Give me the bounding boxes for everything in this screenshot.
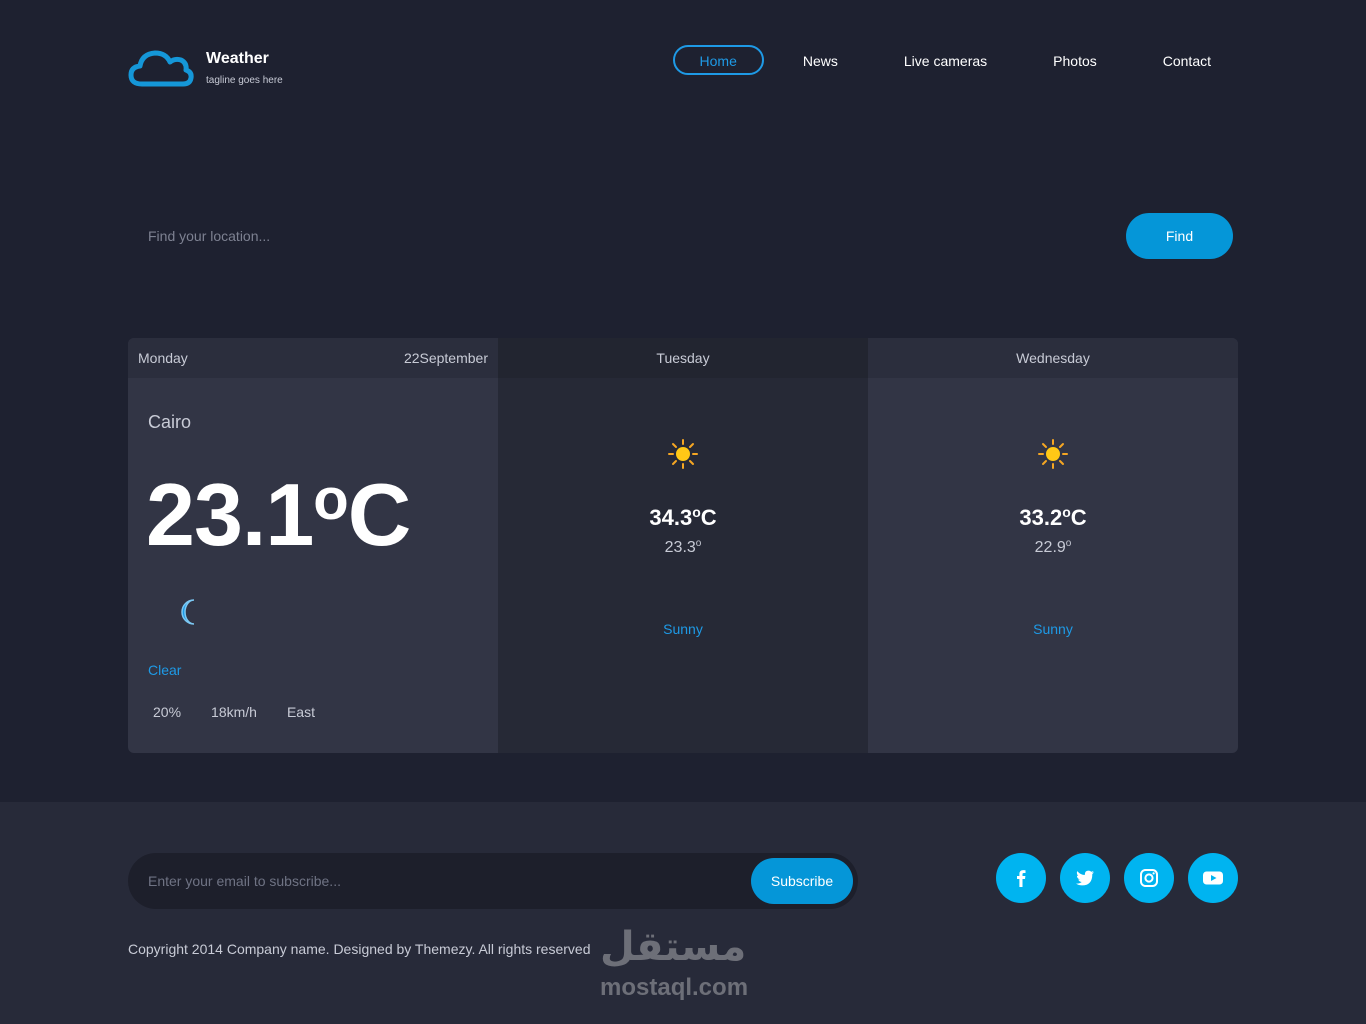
min-temperature-value: 23.3 — [664, 539, 696, 556]
forecast-day-body: 33.2oC 22.9o Sunny — [868, 378, 1238, 753]
facebook-link[interactable] — [996, 853, 1046, 903]
forecast-day: Tuesday 34.3oC 23.3o Sunny — [498, 338, 868, 753]
today-condition: Clear — [148, 662, 182, 678]
site-footer: Subscribe Copyright 2014 Com — [0, 802, 1366, 1024]
nav-news[interactable]: News — [776, 45, 865, 75]
degree-symbol: o — [1062, 504, 1071, 520]
copyright-text: Copyright 2014 Company name. Designed by… — [128, 941, 591, 957]
nav-contact[interactable]: Contact — [1136, 45, 1238, 75]
forecast-today: Monday 22September Cairo 23.1oC Clear 20… — [128, 338, 498, 753]
sun-icon — [1038, 439, 1068, 469]
forecast-day-header: Wednesday — [868, 338, 1238, 378]
temperature-unit: C — [347, 465, 412, 564]
social-links — [996, 853, 1238, 903]
forecast-day-name: Tuesday — [656, 350, 710, 366]
nav-live-cameras[interactable]: Live cameras — [877, 45, 1014, 75]
min-temperature-value: 22.9 — [1034, 539, 1066, 556]
forecast-day-body: 34.3oC 23.3o Sunny — [498, 378, 868, 753]
today-date: 22September — [403, 350, 488, 366]
nav-photos[interactable]: Photos — [1026, 45, 1124, 75]
cloud-icon — [128, 50, 194, 87]
brand-tagline: tagline goes here — [206, 75, 283, 86]
forecast-condition: Sunny — [663, 621, 703, 637]
forecast-day: Wednesday 33.2oC 22.9o Sunny — [868, 338, 1238, 753]
moon-icon — [181, 599, 195, 625]
forecast-table: Monday 22September Cairo 23.1oC Clear 20… — [128, 338, 1238, 753]
temperature-unit: C — [1070, 505, 1087, 530]
youtube-link[interactable] — [1188, 853, 1238, 903]
current-temperature: 23.1oC — [146, 450, 412, 565]
temperature-unit: C — [700, 505, 717, 530]
watermark-arabic-text: مستقل — [600, 924, 747, 970]
degree-symbol: o — [1065, 538, 1072, 549]
wind-direction-value: East — [286, 704, 315, 720]
today-day: Monday — [138, 350, 188, 366]
watermark-latin-text: mostaql.com — [600, 974, 749, 1001]
main-nav: Home News Live cameras Photos Contact — [661, 45, 1238, 75]
forecast-day-header: Tuesday — [498, 338, 868, 378]
max-temperature: 33.2oC — [868, 504, 1238, 531]
location-search-input[interactable] — [128, 213, 1108, 259]
twitter-icon — [1076, 870, 1094, 886]
location-name: Cairo — [148, 412, 192, 432]
forecast-today-body: Cairo 23.1oC Clear 20% 18km/h East — [128, 378, 498, 753]
watermark-logo: مستقل mostaql.com — [600, 924, 770, 1004]
subscribe-button[interactable]: Subscribe — [751, 858, 853, 904]
site-header: Weather tagline goes here Home News Live… — [128, 44, 1238, 92]
instagram-link[interactable] — [1124, 853, 1174, 903]
min-temperature: 22.9o — [868, 538, 1238, 557]
degree-symbol: o — [692, 504, 701, 520]
current-temperature-value: 23.1 — [146, 465, 314, 564]
subscribe-form: Subscribe — [128, 853, 858, 909]
max-temperature-value: 33.2 — [1019, 505, 1063, 530]
humidity-value: 20% — [153, 704, 182, 720]
subscribe-email-input[interactable] — [128, 853, 728, 909]
instagram-icon — [1140, 869, 1158, 887]
forecast-day-name: Wednesday — [1016, 350, 1090, 366]
sun-icon — [668, 439, 698, 469]
brand-title: Weather — [206, 50, 269, 67]
min-temperature: 23.3o — [498, 538, 868, 557]
location-search: Find — [128, 213, 1233, 259]
twitter-link[interactable] — [1060, 853, 1110, 903]
forecast-condition: Sunny — [1033, 621, 1073, 637]
forecast-today-header: Monday 22September — [128, 338, 498, 378]
max-temperature: 34.3oC — [498, 504, 868, 531]
degree-symbol: o — [313, 467, 348, 532]
youtube-icon — [1203, 871, 1223, 885]
max-temperature-value: 34.3 — [649, 505, 693, 530]
degree-symbol: o — [695, 538, 702, 549]
facebook-icon — [1017, 870, 1026, 887]
wind-speed-value: 18km/h — [211, 704, 257, 720]
find-button[interactable]: Find — [1126, 213, 1233, 259]
brand-logo[interactable]: Weather tagline goes here — [128, 44, 328, 92]
today-stats: 20% 18km/h East — [153, 704, 345, 720]
nav-home[interactable]: Home — [672, 45, 764, 75]
